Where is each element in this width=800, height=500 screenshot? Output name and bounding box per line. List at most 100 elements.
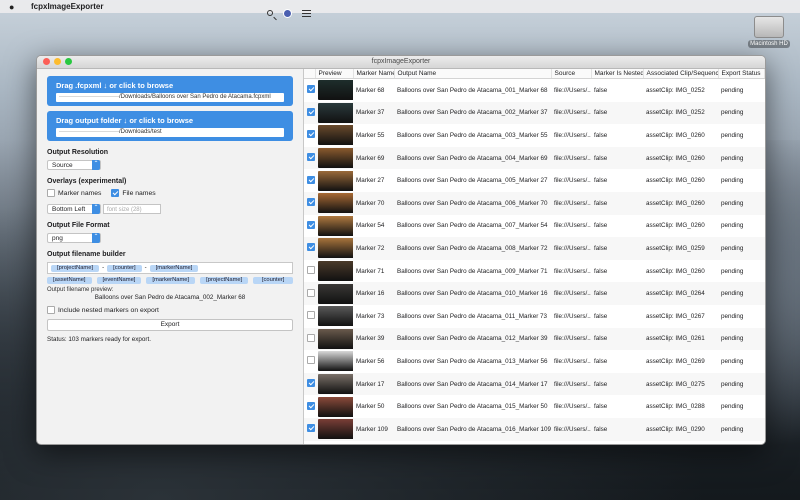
overlay-file-names-checkbox[interactable]: File names — [111, 189, 156, 197]
row-checkbox-cell[interactable] — [304, 305, 315, 328]
output-name-cell[interactable]: Balloons over San Pedro de Atacama_003_M… — [394, 124, 551, 147]
checkbox-icon[interactable] — [307, 333, 315, 342]
token-counter[interactable]: [counter] — [253, 277, 293, 285]
table-row[interactable]: Marker 50 Balloons over San Pedro de Atac… — [304, 395, 765, 418]
notification-center-icon[interactable] — [302, 9, 311, 17]
checkbox-checked-icon[interactable] — [307, 107, 315, 116]
checkbox-checked-icon[interactable] — [307, 220, 315, 229]
table-row[interactable]: Marker 16 Balloons over San Pedro de Atac… — [304, 282, 765, 305]
column-header-nested[interactable]: Marker Is Nested — [591, 69, 644, 79]
checkbox-checked-icon[interactable] — [307, 85, 315, 94]
row-checkbox-cell[interactable] — [304, 124, 315, 147]
table-row[interactable]: Marker 37 Balloons over San Pedro de Atac… — [304, 101, 765, 125]
table-row[interactable]: Marker 73 Balloons over San Pedro de Atac… — [304, 305, 765, 328]
row-checkbox-cell[interactable] — [304, 79, 315, 102]
column-header-output-name[interactable]: Output Name — [394, 69, 552, 79]
row-checkbox-cell[interactable] — [304, 146, 315, 170]
column-header-marker-name[interactable]: Marker Name — [353, 69, 395, 79]
include-nested-checkbox[interactable]: Include nested markers on export — [47, 306, 159, 315]
token-asset-name[interactable]: [assetName] — [47, 277, 92, 285]
checkbox-checked-icon[interactable] — [307, 175, 315, 184]
output-name-cell[interactable]: Balloons over San Pedro de Atacama_006_M… — [394, 191, 551, 215]
table-row[interactable]: Marker 69 Balloons over San Pedro de Atac… — [304, 146, 765, 170]
desktop-drive[interactable]: Macintosh HD — [747, 16, 791, 48]
output-name-cell[interactable]: Balloons over San Pedro de Atacama_007_M… — [394, 215, 551, 238]
column-header-select[interactable] — [304, 69, 316, 79]
row-checkbox-cell[interactable] — [304, 260, 315, 283]
table-row[interactable]: Marker 72 Balloons over San Pedro de Atac… — [304, 237, 765, 260]
output-folder-drop-zone[interactable]: Drag output folder ↓ or click to browse … — [47, 111, 293, 141]
row-checkbox-cell[interactable] — [304, 191, 315, 215]
row-checkbox-cell[interactable] — [304, 417, 315, 441]
font-size-input[interactable]: font size (28) — [102, 204, 161, 214]
overlay-marker-names-checkbox[interactable]: Marker names — [47, 189, 101, 197]
checkbox-icon[interactable] — [307, 356, 315, 365]
spotlight-search-icon[interactable] — [267, 10, 273, 16]
checkbox-checked-icon[interactable] — [307, 424, 315, 433]
table-row[interactable]: Marker 39 Balloons over San Pedro de Atac… — [304, 327, 765, 351]
row-checkbox-cell[interactable] — [304, 372, 315, 396]
table-row[interactable]: Marker 54 Balloons over San Pedro de Atac… — [304, 215, 765, 238]
close-window-icon[interactable] — [43, 58, 50, 65]
output-name-cell[interactable]: Balloons over San Pedro de Atacama_011_M… — [394, 305, 551, 328]
output-name-cell[interactable]: Balloons over San Pedro de Atacama_010_M… — [394, 282, 551, 305]
output-name-cell[interactable]: Balloons over San Pedro de Atacama_001_M… — [394, 79, 551, 102]
row-checkbox-cell[interactable] — [304, 101, 315, 125]
row-checkbox-cell[interactable] — [304, 395, 315, 418]
table-row[interactable]: Marker 27 Balloons over San Pedro de Atac… — [304, 169, 765, 192]
output-name-cell[interactable]: Balloons over San Pedro de Atacama_005_M… — [394, 169, 551, 192]
output-name-cell[interactable]: Balloons over San Pedro de Atacama_012_M… — [394, 327, 551, 351]
fcpxml-drop-zone[interactable]: Drag .fcpxml ↓ or click to browse ······… — [47, 76, 293, 106]
checkbox-checked-icon[interactable] — [307, 130, 315, 139]
column-header-preview[interactable]: Preview — [315, 69, 354, 79]
table-row[interactable]: Marker 70 Balloons over San Pedro de Atac… — [304, 191, 765, 215]
checkbox-checked-icon[interactable] — [307, 243, 315, 252]
builder-token[interactable]: [projectName] — [51, 264, 100, 272]
table-row[interactable]: Marker 68 Balloons over San Pedro de Atac… — [304, 79, 765, 102]
checkbox-checked-icon[interactable] — [307, 198, 315, 207]
token-event-name[interactable]: [eventName] — [96, 277, 142, 285]
builder-token[interactable]: [counter] — [107, 264, 142, 272]
table-row[interactable]: Marker 71 Balloons over San Pedro de Atac… — [304, 260, 765, 283]
row-checkbox-cell[interactable] — [304, 215, 315, 238]
column-header-source[interactable]: Source — [551, 69, 592, 79]
zoom-window-icon[interactable] — [65, 58, 72, 65]
output-name-cell[interactable]: Balloons over San Pedro de Atacama_002_M… — [394, 101, 551, 125]
output-name-cell[interactable]: Balloons over San Pedro de Atacama_014_M… — [394, 372, 551, 396]
output-name-cell[interactable]: Balloons over San Pedro de Atacama_015_M… — [394, 395, 551, 418]
output-path-field[interactable]: ······························/Downloads… — [56, 128, 284, 137]
token-project-name[interactable]: [projectName] — [200, 277, 249, 285]
table-row[interactable]: Marker 55 Balloons over San Pedro de Atac… — [304, 124, 765, 147]
overlay-position-popup[interactable]: Bottom Left ⌃ — [47, 204, 101, 215]
row-checkbox-cell[interactable] — [304, 350, 315, 373]
output-name-cell[interactable]: Balloons over San Pedro de Atacama_009_M… — [394, 260, 551, 283]
row-checkbox-cell[interactable] — [304, 327, 315, 351]
row-checkbox-cell[interactable] — [304, 169, 315, 192]
resolution-popup[interactable]: Source ⌃ — [47, 160, 101, 170]
output-name-cell[interactable]: Balloons over San Pedro de Atacama_016_M… — [394, 417, 551, 441]
fcpxml-path-field[interactable]: ······························/Downloads… — [56, 93, 284, 102]
builder-token[interactable]: [markerName] — [149, 264, 199, 272]
row-checkbox-cell[interactable] — [304, 282, 315, 305]
table-row[interactable]: Marker 17 Balloons over San Pedro de Atac… — [304, 372, 765, 396]
checkbox-icon[interactable] — [307, 288, 315, 297]
format-popup[interactable]: png ⌃ — [47, 233, 101, 244]
checkbox-icon[interactable] — [307, 266, 315, 275]
checkbox-icon[interactable] — [307, 311, 315, 320]
app-menu-name[interactable]: fcpxImageExporter — [31, 2, 103, 11]
column-header-status[interactable]: Export Status — [718, 69, 765, 79]
filename-builder-field[interactable]: [projectName] - [counter] - [markerName] — [47, 262, 293, 275]
checkbox-checked-icon[interactable] — [307, 379, 315, 388]
output-name-cell[interactable]: Balloons over San Pedro de Atacama_013_M… — [394, 350, 551, 373]
token-marker-name[interactable]: [markerName] — [146, 277, 196, 285]
checkbox-checked-icon[interactable] — [307, 153, 315, 162]
checkbox-checked-icon[interactable] — [307, 401, 315, 410]
minimize-window-icon[interactable] — [54, 58, 61, 65]
table-row[interactable]: Marker 109 Balloons over San Pedro de Ata… — [304, 417, 765, 441]
row-checkbox-cell[interactable] — [304, 237, 315, 260]
output-name-cell[interactable]: Balloons over San Pedro de Atacama_008_M… — [394, 237, 551, 260]
output-name-cell[interactable]: Balloons over San Pedro de Atacama_004_M… — [394, 146, 551, 170]
apple-menu-icon[interactable]: ● — [9, 2, 23, 12]
column-header-clip[interactable]: Associated Clip/Sequence — [643, 69, 719, 79]
table-row[interactable]: Marker 56 Balloons over San Pedro de Atac… — [304, 350, 765, 373]
